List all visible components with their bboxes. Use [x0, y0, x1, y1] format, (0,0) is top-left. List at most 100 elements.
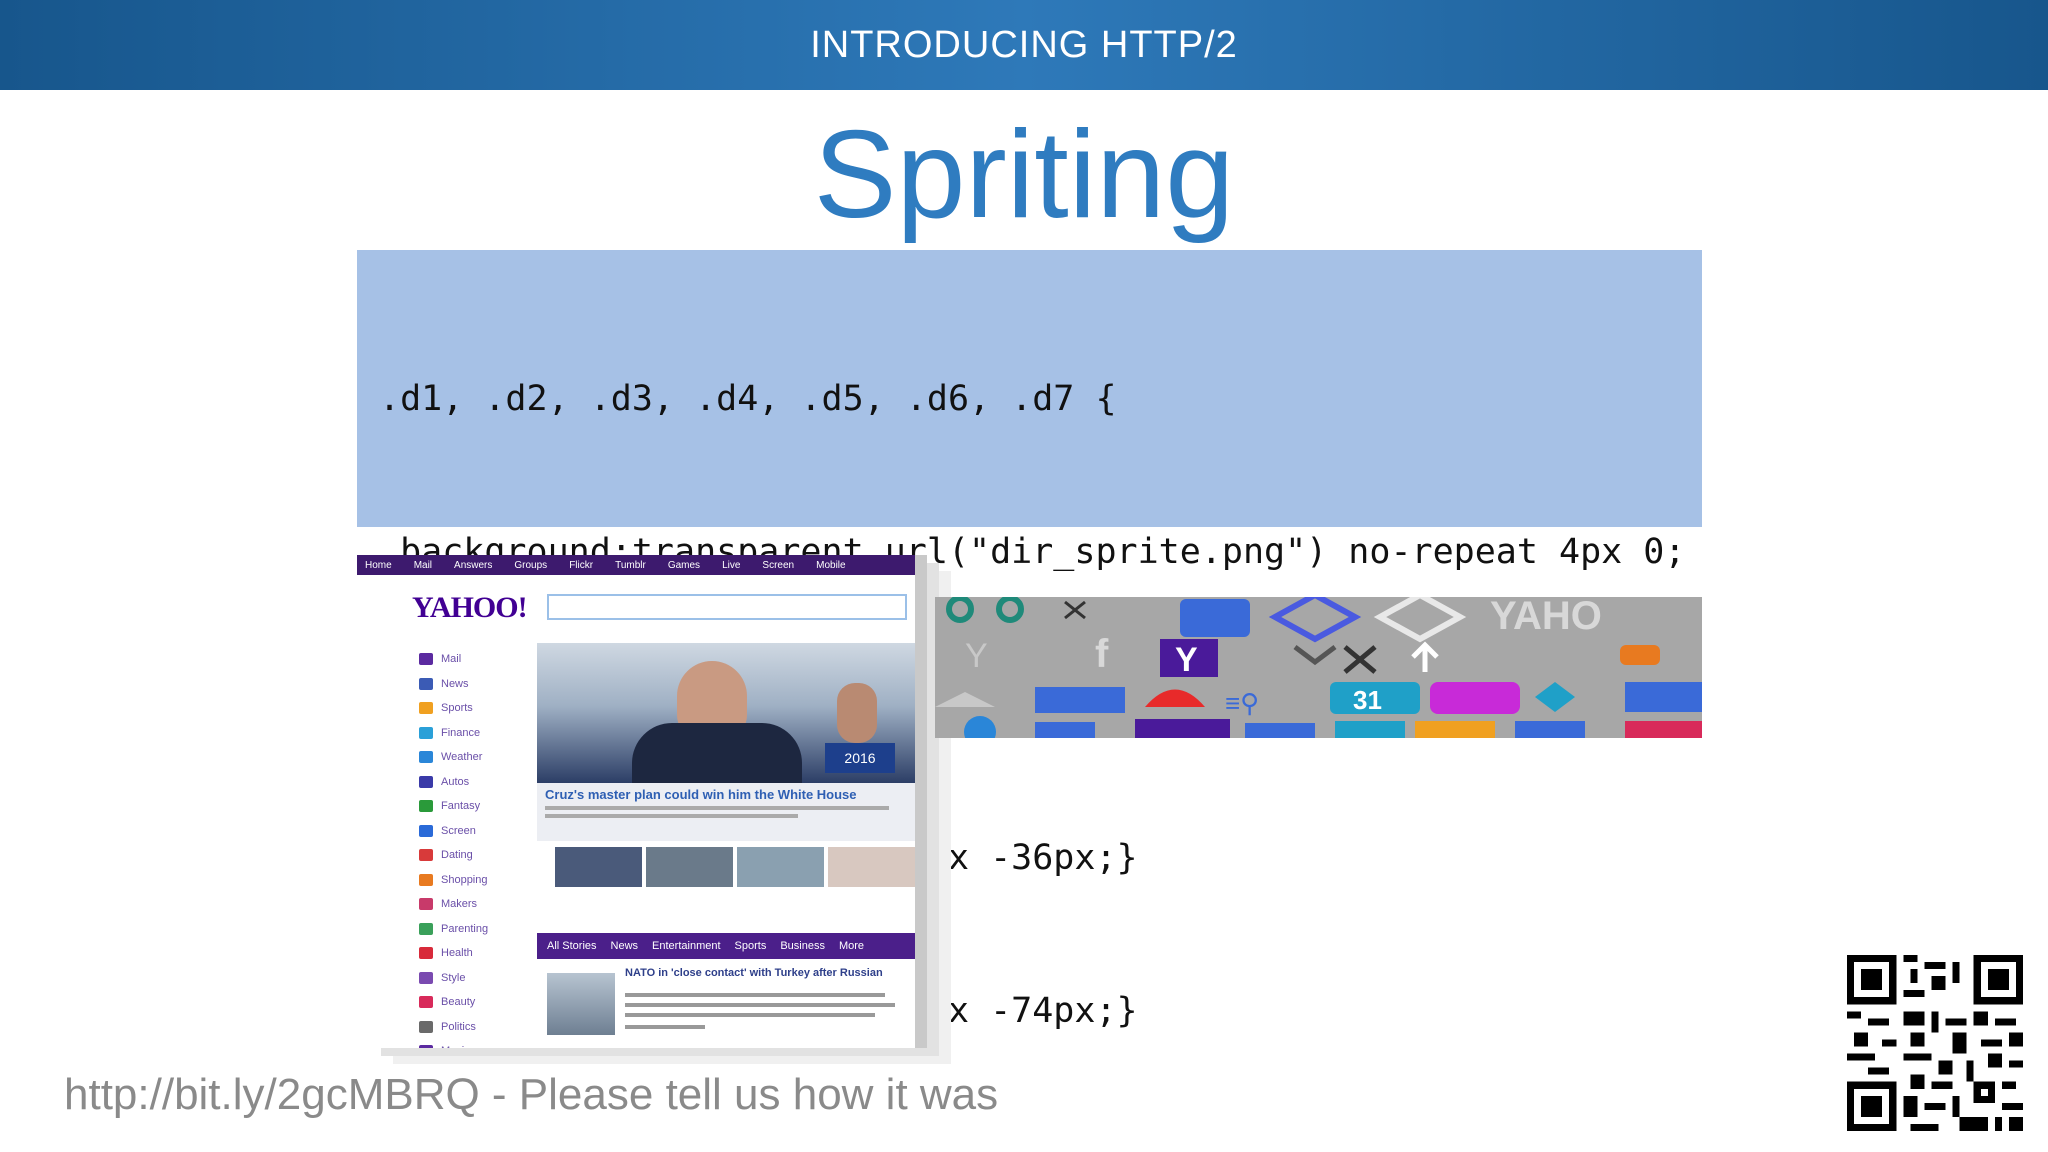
- caption-line: [545, 814, 799, 818]
- sidebar-item-icon: [419, 1020, 433, 1033]
- sidebar-item-label: Weather: [441, 751, 483, 764]
- sidebar-item-icon: [419, 1045, 433, 1048]
- nav-item: Live: [722, 559, 741, 571]
- card-icon: [1625, 682, 1702, 712]
- shape-icon: [1335, 721, 1405, 738]
- f-letter-icon: f: [1095, 632, 1109, 676]
- yahoo-top-nav: Home Mail Answers Groups Flickr Tumblr G…: [357, 555, 915, 575]
- star-icon: [1625, 721, 1702, 738]
- sidebar-item-icon: [419, 702, 433, 715]
- nav-item: Home: [365, 559, 392, 571]
- sidebar-item: Fantasy: [419, 794, 499, 819]
- sidebar-item-label: Dating: [441, 849, 473, 862]
- photo-badge: 2016: [825, 743, 895, 773]
- story-image: [547, 973, 615, 1035]
- sidebar-item-icon: [419, 873, 433, 886]
- caption-line: [545, 806, 889, 810]
- sidebar-item: Dating: [419, 843, 499, 868]
- stories-tab: Entertainment: [652, 940, 721, 952]
- sidebar-item: Style: [419, 966, 499, 991]
- sidebar-item-label: Movies: [441, 1045, 476, 1048]
- sidebar-item-label: Finance: [441, 726, 481, 739]
- table-icon: [1035, 687, 1125, 713]
- menu-icon: ≡⚲: [1225, 688, 1259, 718]
- y-letter-icon: Y: [1175, 641, 1198, 679]
- sidebar-item-icon: [419, 726, 433, 739]
- sidebar-item-icon: [419, 800, 433, 813]
- nav-item: Tumblr: [615, 559, 646, 571]
- thumbnail: [646, 847, 733, 887]
- sidebar-item-label: Screen: [441, 824, 476, 837]
- sidebar-item-icon: [419, 775, 433, 788]
- yahoo-logo: YAHOO!: [412, 591, 528, 624]
- slide-title: Spriting: [813, 106, 1235, 244]
- sidebar-item: Shopping: [419, 868, 499, 893]
- sidebar-item-label: Health: [441, 947, 473, 960]
- stories-tab: More: [838, 940, 865, 952]
- sidebar-item-icon: [419, 898, 433, 911]
- sidebar-item-icon: [419, 947, 433, 960]
- sidebar-item: Screen: [419, 819, 499, 844]
- stories-tab: Business: [780, 940, 825, 952]
- story-line: [625, 1025, 705, 1029]
- nav-item: Screen: [762, 559, 795, 571]
- banner-title: INTRODUCING HTTP/2: [810, 23, 1238, 66]
- sidebar-item-label: Autos: [441, 775, 470, 788]
- story-title: NATO in 'close contact' with Turkey afte…: [625, 967, 883, 979]
- sidebar-item-label: Beauty: [441, 996, 476, 1009]
- sidebar-item-icon: [419, 751, 433, 764]
- story-item: NATO in 'close contact' with Turkey afte…: [547, 967, 915, 1042]
- chat-icon: [1430, 682, 1520, 714]
- nav-item: Flickr: [569, 559, 594, 571]
- stories-tab: All Stories: [547, 940, 597, 952]
- yahoo-wordmark-fragment: YAHO: [1490, 597, 1602, 638]
- sidebar-item: Sports: [419, 696, 499, 721]
- sidebar-item: Health: [419, 941, 499, 966]
- house-icon: [1035, 722, 1095, 738]
- thumbnail-strip: [555, 847, 915, 917]
- sidebar-item-label: Makers: [441, 898, 478, 911]
- thumbnail: [737, 847, 824, 887]
- qr-code-icon: [1847, 955, 2023, 1131]
- code-block: .d1, .d2, .d3, .d4, .d5, .d6, .d7 { back…: [357, 250, 1702, 1031]
- nav-item: Games: [667, 559, 701, 571]
- yahoo-screenshot: Home Mail Answers Groups Flickr Tumblr G…: [357, 555, 915, 1048]
- story-line: [625, 1003, 895, 1007]
- shape-icon: [1415, 721, 1495, 738]
- sidebar-item: Beauty: [419, 990, 499, 1015]
- photo-figure-hand: [837, 683, 877, 743]
- video-icon: [1180, 599, 1250, 637]
- feedback-link[interactable]: http://bit.ly/2gcMBRQ - Please tell us h…: [64, 1070, 998, 1120]
- nav-item: Groups: [514, 559, 548, 571]
- sidebar-item: Mail: [419, 647, 499, 672]
- sidebar-item-icon: [419, 677, 433, 690]
- stories-tab: Sports: [734, 940, 767, 952]
- mail-icon: [1135, 719, 1230, 738]
- stories-tab: News: [610, 940, 639, 952]
- sidebar-item: Politics: [419, 1015, 499, 1040]
- sidebar-item-icon: [419, 996, 433, 1009]
- story-line: [625, 993, 885, 997]
- story-line: [625, 1013, 875, 1017]
- nav-item: Answers: [454, 559, 493, 571]
- sidebar-item: Autos: [419, 770, 499, 795]
- sidebar-item: Movies: [419, 1039, 499, 1048]
- sidebar-item-label: Fantasy: [441, 800, 481, 813]
- sidebar-item-icon: [419, 824, 433, 837]
- sidebar-item-label: Mail: [441, 653, 462, 666]
- yahoo-search-box: [547, 594, 907, 620]
- sidebar-item-icon: [419, 971, 433, 984]
- book-icon: [1245, 723, 1315, 738]
- hero-caption: Cruz's master plan could win him the Whi…: [537, 783, 915, 841]
- sidebar-item: News: [419, 672, 499, 697]
- y-letter-icon: Y: [965, 637, 988, 675]
- nav-item: Mobile: [816, 559, 846, 571]
- shape-icon: [1515, 721, 1585, 738]
- yahoo-sidebar: Mail News Sports Finance Weather Autos Fantasy…: [419, 647, 499, 1048]
- sidebar-item-label: Sports: [441, 702, 473, 715]
- calendar-number: 31: [1353, 685, 1382, 715]
- sidebar-item: Finance: [419, 721, 499, 746]
- sidebar-item-icon: [419, 653, 433, 666]
- sidebar-item-icon: [419, 922, 433, 935]
- sidebar-item-label: Style: [441, 971, 466, 984]
